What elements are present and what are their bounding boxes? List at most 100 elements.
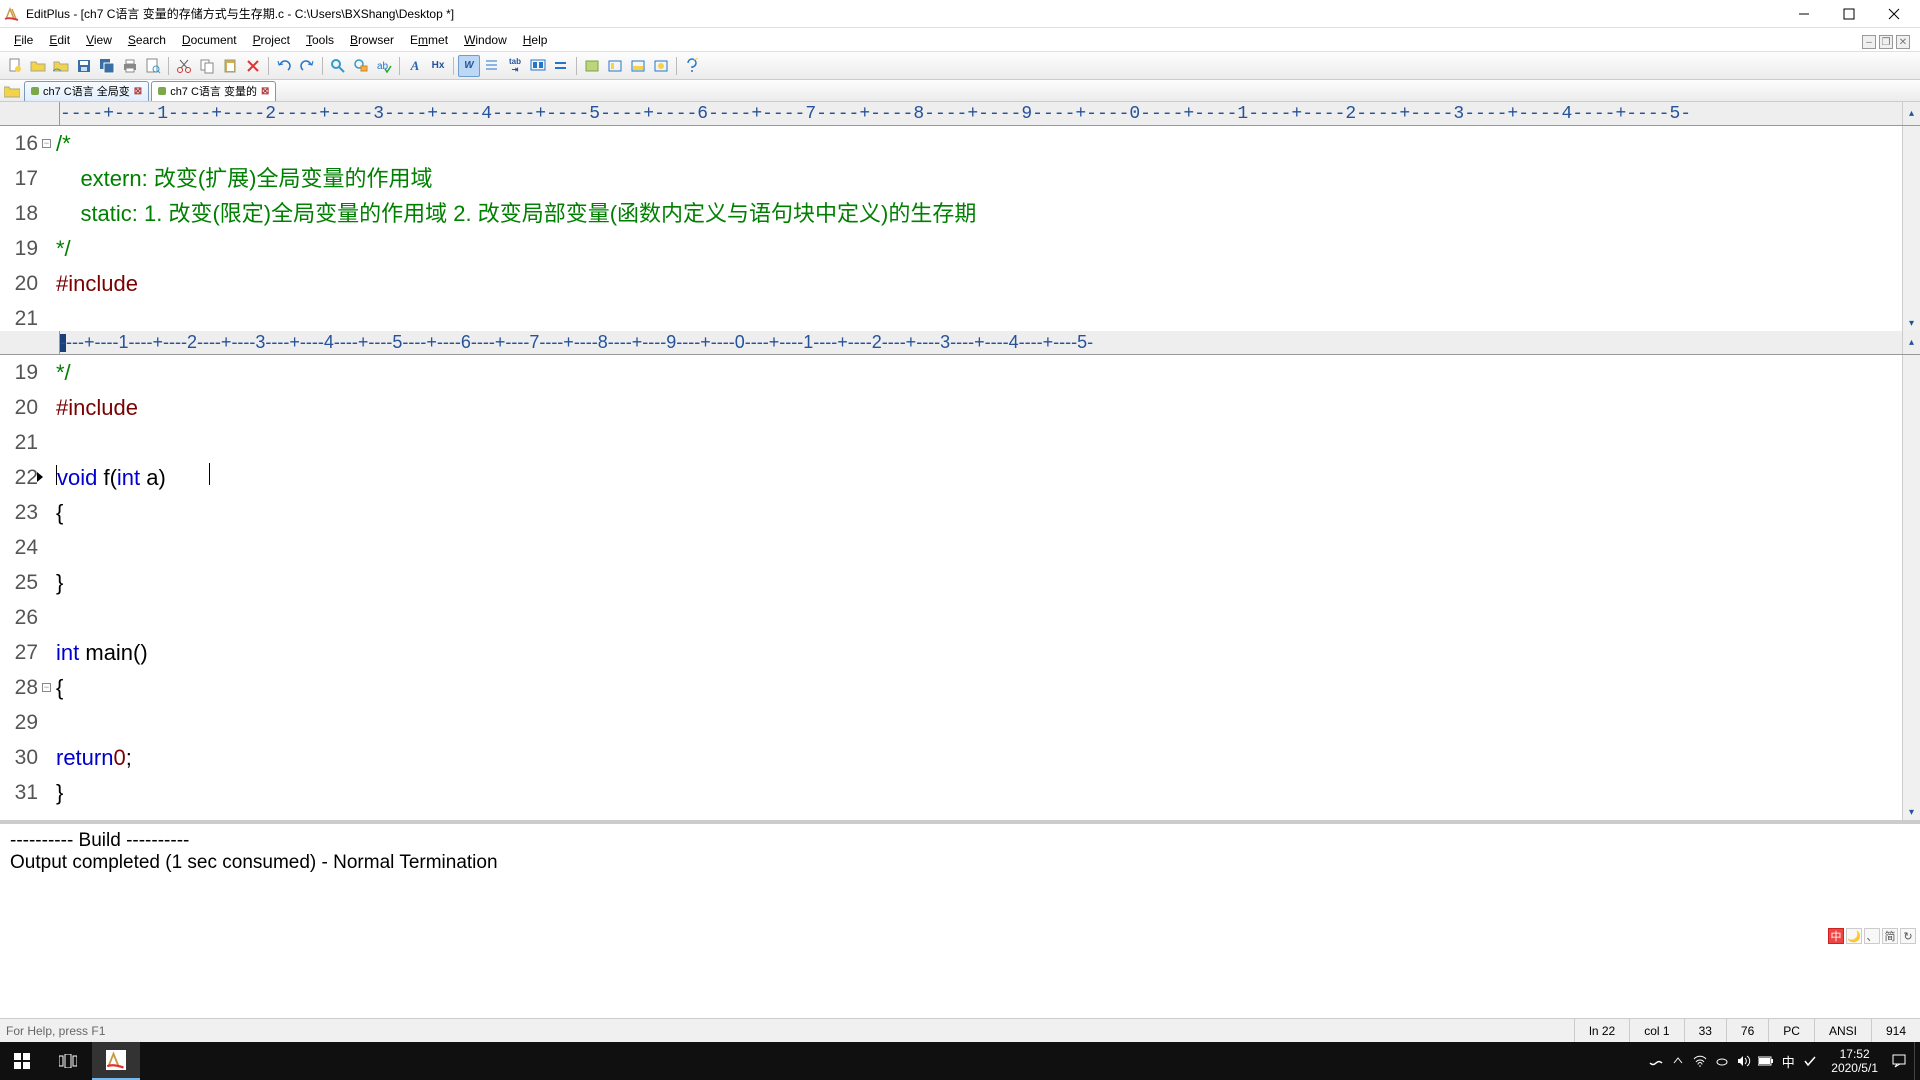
tray-wifi-icon[interactable] bbox=[1689, 1042, 1711, 1080]
folder-icon[interactable] bbox=[4, 83, 20, 99]
delete-button[interactable] bbox=[242, 55, 264, 77]
ruler-button[interactable] bbox=[550, 55, 572, 77]
output-icon-1[interactable]: 🌙 bbox=[1846, 928, 1862, 944]
code-area-top[interactable]: /* extern: 改变(扩展)全局变量的作用域 static: 1. 改变(… bbox=[56, 126, 1902, 331]
mdi-close[interactable]: ✕ bbox=[1896, 35, 1910, 49]
scrollbar-bottom[interactable]: ▾ bbox=[1902, 355, 1920, 820]
autoindent-button[interactable]: tab⇥ bbox=[504, 55, 526, 77]
document-tab-0[interactable]: ch7 C语言 全局变⊠ bbox=[24, 81, 149, 101]
tab-close-icon[interactable]: ⊠ bbox=[261, 86, 269, 97]
taskbar-app-editplus[interactable] bbox=[92, 1042, 140, 1080]
output-side-icons: 中🌙、简↻ bbox=[1828, 928, 1916, 944]
output-icon-4[interactable]: ↻ bbox=[1900, 928, 1916, 944]
mdi-minimize[interactable]: – bbox=[1862, 35, 1876, 49]
fold-toggle[interactable]: − bbox=[42, 139, 51, 148]
scroll-up-bottom[interactable]: ▴ bbox=[1902, 331, 1920, 354]
copy-button[interactable] bbox=[196, 55, 218, 77]
output-icon-3[interactable]: 简 bbox=[1882, 928, 1898, 944]
action-center-icon[interactable] bbox=[1888, 1042, 1910, 1080]
tray-check-icon[interactable] bbox=[1799, 1042, 1821, 1080]
ruler-scale-2: ----+----1----+----2----+----3----+----4… bbox=[60, 331, 1902, 354]
toolbar-btn-3[interactable] bbox=[627, 55, 649, 77]
undo-button[interactable] bbox=[273, 55, 295, 77]
menu-tools[interactable]: Tools bbox=[298, 30, 342, 50]
ruler-scale: ----+----1----+----2----+----3----+----4… bbox=[60, 102, 1902, 125]
preview-button[interactable] bbox=[142, 55, 164, 77]
toolbar-btn-4[interactable] bbox=[650, 55, 672, 77]
scrollbar-top[interactable]: ▾ bbox=[1902, 126, 1920, 331]
save-button[interactable] bbox=[73, 55, 95, 77]
replace-button[interactable] bbox=[350, 55, 372, 77]
status-help: For Help, press F1 bbox=[0, 1019, 1575, 1042]
font-button[interactable]: A bbox=[404, 55, 426, 77]
document-tab-1[interactable]: ch7 C语言 变量的⊠ bbox=[151, 81, 276, 101]
menu-help[interactable]: Help bbox=[515, 30, 556, 50]
status-c4: 76 bbox=[1727, 1019, 1769, 1042]
close-button[interactable] bbox=[1884, 4, 1904, 24]
help-button[interactable] bbox=[681, 55, 703, 77]
cut-button[interactable] bbox=[173, 55, 195, 77]
scroll-up-top[interactable]: ▴ bbox=[1902, 102, 1920, 125]
menu-edit[interactable]: Edit bbox=[41, 30, 78, 50]
spellcheck-button[interactable]: ab bbox=[373, 55, 395, 77]
full-screen-button[interactable] bbox=[527, 55, 549, 77]
status-last: 914 bbox=[1872, 1019, 1920, 1042]
menu-project[interactable]: Project bbox=[245, 30, 298, 50]
ruler-bottom: ----+----1----+----2----+----3----+----4… bbox=[0, 331, 1920, 355]
redo-button[interactable] bbox=[296, 55, 318, 77]
toolbar-btn-2[interactable] bbox=[604, 55, 626, 77]
linenumber-button[interactable] bbox=[481, 55, 503, 77]
print-button[interactable] bbox=[119, 55, 141, 77]
menu-document[interactable]: Document bbox=[174, 30, 245, 50]
output-icon-2[interactable]: 、 bbox=[1864, 928, 1880, 944]
hex-button[interactable]: Hx bbox=[427, 55, 449, 77]
ruler-top: ----+----1----+----2----+----3----+----4… bbox=[0, 102, 1920, 126]
tray-ime-lang[interactable]: 中 bbox=[1777, 1042, 1799, 1080]
toolbar-btn-1[interactable] bbox=[581, 55, 603, 77]
tray-ime-cloud-icon[interactable] bbox=[1711, 1042, 1733, 1080]
tray-overflow-icon[interactable] bbox=[1667, 1042, 1689, 1080]
menubar: FileEditViewSearchDocumentProjectToolsBr… bbox=[0, 28, 1920, 52]
editor-pane-bottom[interactable]: 19202122232425262728293031 − */#include … bbox=[0, 355, 1920, 820]
paste-button[interactable] bbox=[219, 55, 241, 77]
taskbar: 中 17:52 2020/5/1 bbox=[0, 1042, 1920, 1080]
tray-clock[interactable]: 17:52 2020/5/1 bbox=[1821, 1047, 1888, 1076]
code-area-bottom[interactable]: */#include void f(int a) { } int main(){… bbox=[56, 355, 1902, 820]
menu-view[interactable]: View bbox=[78, 30, 120, 50]
status-mode: PC bbox=[1769, 1019, 1815, 1042]
output-pane[interactable]: ---------- Build ---------- Output compl… bbox=[0, 820, 1920, 948]
mdi-restore[interactable]: ❐ bbox=[1879, 35, 1893, 49]
titlebar: EditPlus - [ch7 C语言 变量的存储方式与生存期.c - C:\U… bbox=[0, 0, 1920, 28]
open-file-button[interactable] bbox=[27, 55, 49, 77]
status-enc: ANSI bbox=[1815, 1019, 1872, 1042]
menu-window[interactable]: Window bbox=[456, 30, 515, 50]
tray-volume-icon[interactable] bbox=[1733, 1042, 1755, 1080]
tray-steam-icon[interactable] bbox=[1645, 1042, 1667, 1080]
show-desktop-button[interactable] bbox=[1914, 1042, 1920, 1080]
statusbar: For Help, press F1 ln 22 col 1 33 76 PC … bbox=[0, 1018, 1920, 1042]
tray-battery-icon[interactable] bbox=[1755, 1042, 1777, 1080]
output-icon-0[interactable]: 中 bbox=[1828, 928, 1844, 944]
svg-text:ab: ab bbox=[377, 61, 389, 72]
output-line: ---------- Build ---------- bbox=[10, 830, 1910, 852]
new-file-button[interactable] bbox=[4, 55, 26, 77]
save-all-button[interactable] bbox=[96, 55, 118, 77]
start-button[interactable] bbox=[0, 1042, 44, 1080]
maximize-button[interactable] bbox=[1839, 4, 1859, 24]
tab-close-icon[interactable]: ⊠ bbox=[134, 86, 142, 97]
mdi-controls: – ❐ ✕ bbox=[1862, 35, 1910, 49]
minimize-button[interactable] bbox=[1794, 4, 1814, 24]
find-button[interactable] bbox=[327, 55, 349, 77]
menu-search[interactable]: Search bbox=[120, 30, 174, 50]
fold-toggle[interactable]: − bbox=[42, 683, 51, 692]
editor-pane-top[interactable]: 161718192021 − /* extern: 改变(扩展)全局变量的作用域… bbox=[0, 126, 1920, 331]
status-line: ln 22 bbox=[1575, 1019, 1630, 1042]
menu-file[interactable]: File bbox=[6, 30, 41, 50]
task-view-button[interactable] bbox=[44, 1042, 92, 1080]
wordwrap-button[interactable]: W bbox=[458, 55, 480, 77]
tray-date: 2020/5/1 bbox=[1831, 1061, 1878, 1075]
open-remote-button[interactable] bbox=[50, 55, 72, 77]
status-c3: 33 bbox=[1685, 1019, 1727, 1042]
menu-emmet[interactable]: Emmet bbox=[402, 30, 456, 50]
menu-browser[interactable]: Browser bbox=[342, 30, 402, 50]
